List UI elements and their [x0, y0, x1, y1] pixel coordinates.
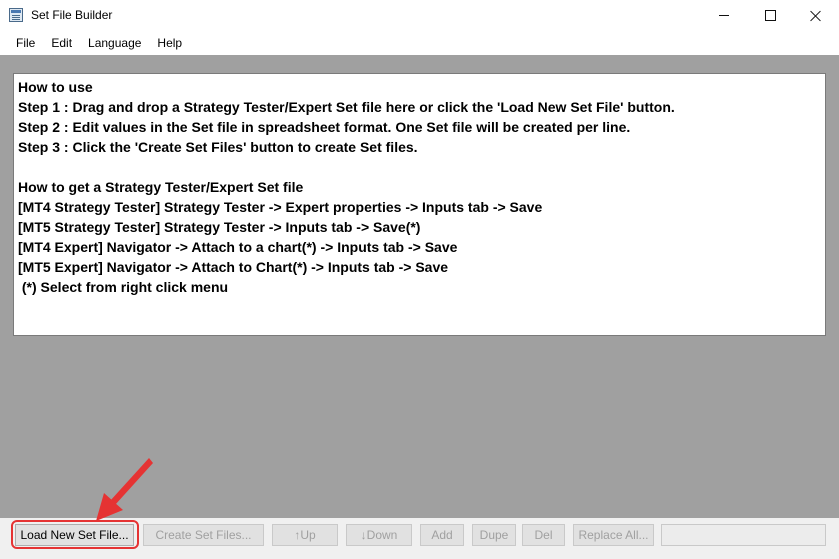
instruction-line: [MT5 Strategy Tester] Strategy Tester ->…: [18, 219, 421, 235]
move-down-button[interactable]: ↓Down: [346, 524, 412, 546]
add-button[interactable]: Add: [420, 524, 464, 546]
minimize-icon: [719, 15, 729, 16]
maximize-icon: [764, 10, 776, 21]
app-window: Set File Builder File Edit Language Help…: [0, 0, 839, 559]
minimize-button[interactable]: [701, 0, 747, 31]
instruction-line: [MT4 Strategy Tester] Strategy Tester ->…: [18, 199, 543, 215]
close-icon: [810, 10, 822, 22]
title-bar: Set File Builder: [0, 0, 839, 32]
instruction-line: [MT5 Expert] Navigator -> Attach to Char…: [18, 259, 449, 275]
instructions-drop-area[interactable]: How to use Step 1 : Drag and drop a Stra…: [13, 73, 826, 336]
delete-button[interactable]: Del: [522, 524, 565, 546]
instruction-line: Step 2 : Edit values in the Set file in …: [18, 119, 631, 135]
instruction-heading: How to get a Strategy Tester/Expert Set …: [18, 179, 304, 195]
close-button[interactable]: [793, 0, 839, 31]
menu-language[interactable]: Language: [80, 31, 149, 55]
menu-file[interactable]: File: [8, 31, 43, 55]
menu-bar: File Edit Language Help: [0, 31, 839, 55]
instruction-blank-line: [18, 157, 821, 177]
instruction-heading: How to use: [18, 79, 93, 95]
status-field: [661, 524, 826, 546]
app-icon: [9, 8, 23, 22]
instruction-line: Step 3 : Click the 'Create Set Files' bu…: [18, 139, 418, 155]
move-up-button[interactable]: ↑Up: [272, 524, 338, 546]
replace-all-button[interactable]: Replace All...: [573, 524, 654, 546]
menu-help[interactable]: Help: [149, 31, 190, 55]
instruction-line: Step 1 : Drag and drop a Strategy Tester…: [18, 99, 675, 115]
create-set-files-button[interactable]: Create Set Files...: [143, 524, 264, 546]
annotation-highlight-ring: [11, 520, 139, 549]
instruction-footnote: (*) Select from right click menu: [18, 279, 229, 295]
menu-edit[interactable]: Edit: [43, 31, 80, 55]
maximize-button[interactable]: [747, 0, 793, 31]
instruction-line: [MT4 Expert] Navigator -> Attach to a ch…: [18, 239, 458, 255]
dupe-button[interactable]: Dupe: [472, 524, 516, 546]
window-title: Set File Builder: [31, 8, 113, 22]
